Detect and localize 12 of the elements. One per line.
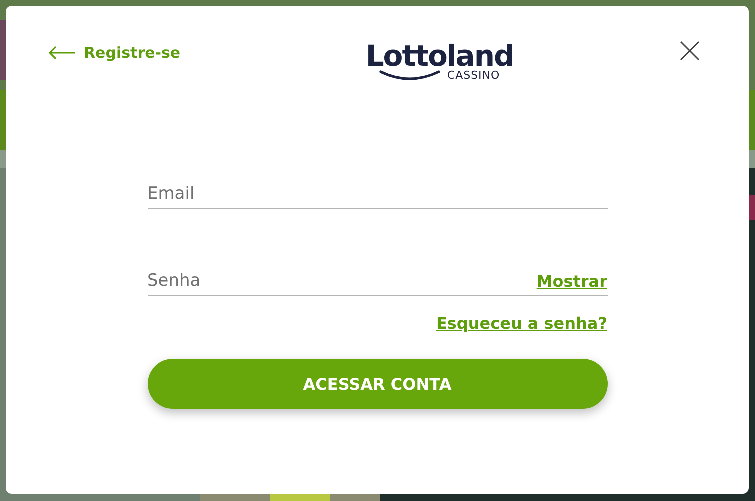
- register-label: Registre-se: [84, 44, 181, 62]
- password-field[interactable]: Senha: [148, 271, 537, 295]
- smile-icon: [379, 70, 442, 82]
- logo-wordmark: Lottoland: [366, 40, 514, 72]
- login-button[interactable]: ACESSAR CONTA: [148, 359, 608, 409]
- show-password-link[interactable]: Mostrar: [536, 272, 608, 295]
- close-button[interactable]: [678, 40, 701, 62]
- register-link[interactable]: Registre-se: [48, 44, 181, 62]
- back-arrow-icon: [48, 46, 76, 60]
- logo-subtitle: CASSINO: [447, 70, 500, 82]
- email-field[interactable]: Email: [148, 184, 608, 208]
- forgot-password-link[interactable]: Esqueceu a senha?: [436, 314, 608, 333]
